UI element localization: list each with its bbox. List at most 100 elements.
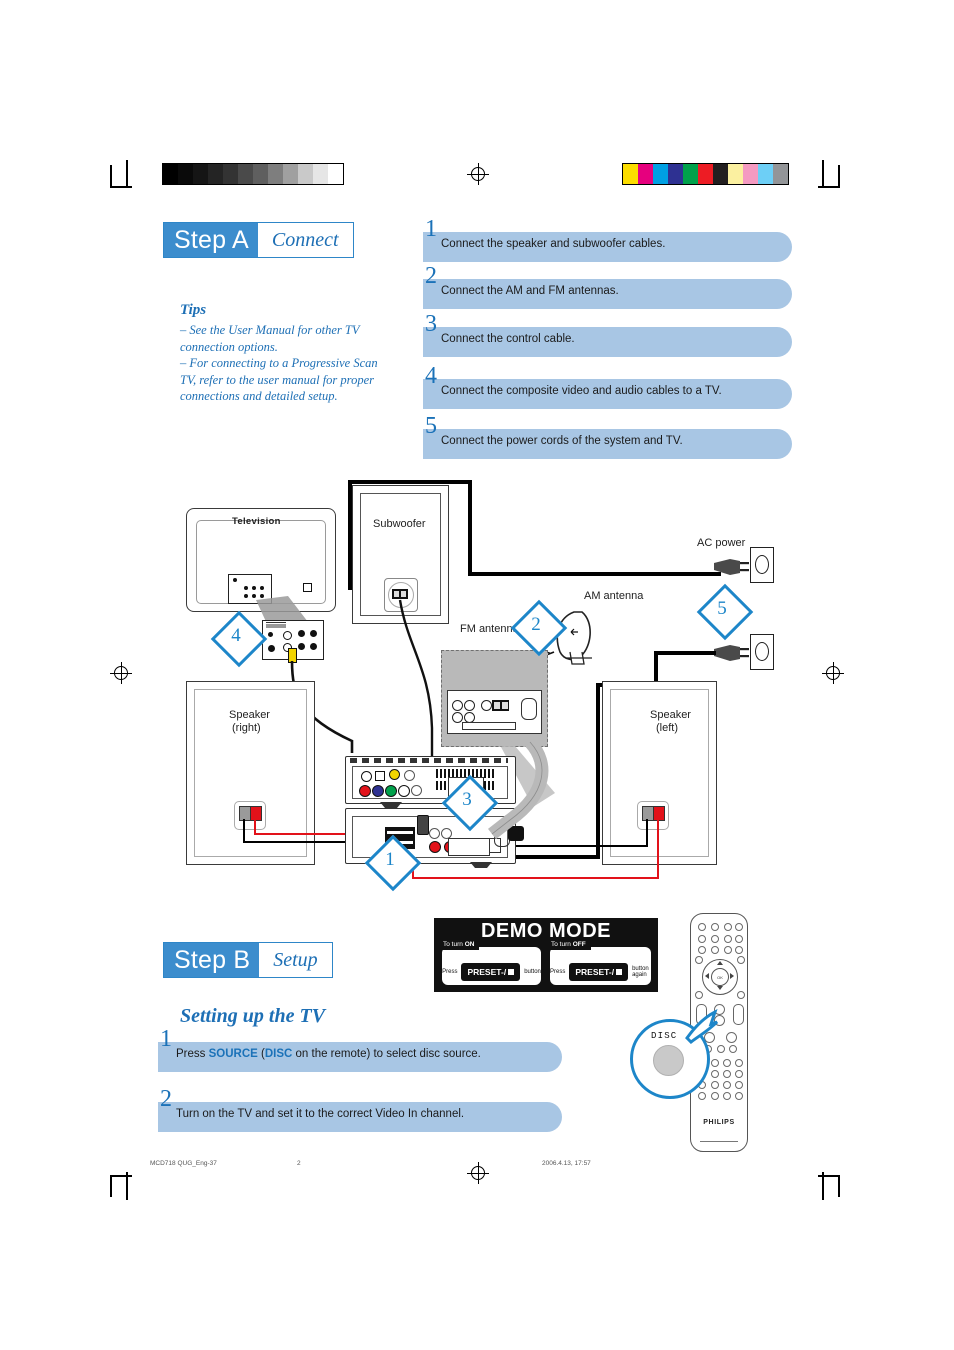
remote-key[interactable] (698, 1092, 706, 1100)
calibration-swatch (668, 164, 683, 184)
remote-key[interactable] (735, 1081, 743, 1089)
upper-jack (411, 785, 422, 796)
calibration-swatch (253, 164, 268, 184)
remote-key[interactable] (711, 1070, 719, 1078)
remote-key[interactable] (723, 1059, 731, 1067)
disc-button-knob[interactable] (653, 1045, 684, 1076)
calibration-swatch (178, 164, 193, 184)
tips-line: connection options. (180, 339, 278, 354)
step-a-label: Step A (164, 223, 258, 257)
remote-key[interactable] (737, 991, 745, 999)
demo-off-tag-state: OFF (572, 941, 586, 948)
yellow-video-plug (288, 648, 297, 663)
remote-key[interactable] (698, 923, 706, 931)
nav-left-icon[interactable] (705, 973, 709, 979)
remote-key[interactable] (711, 1081, 719, 1089)
wall-outlet-top (750, 547, 774, 583)
demo-mode-panel: DEMO MODE To turn ON Press PRESET-/ butt… (434, 918, 658, 992)
remote-key[interactable] (737, 956, 745, 964)
subwoofer-jack (401, 591, 406, 597)
upper-vent-grid (436, 781, 496, 790)
tv-jack (244, 586, 248, 590)
tv-jack (260, 594, 264, 598)
tips-title: Tips (180, 302, 207, 318)
calibration-swatch (713, 164, 728, 184)
composite-video-cable (290, 660, 354, 753)
am-antenna-lead (511, 651, 555, 663)
remote-key[interactable] (735, 1059, 743, 1067)
preset-minus-key-off[interactable]: PRESET-/ (569, 963, 629, 981)
remote-key[interactable] (735, 935, 743, 943)
antenna-terminal (494, 702, 500, 709)
upper-jack (404, 770, 415, 781)
instruction-text: Connect the power cords of the system an… (441, 435, 683, 447)
speaker-left-body (602, 681, 717, 865)
fm-antenna-wire (467, 651, 551, 680)
calibration-swatch (298, 164, 313, 184)
remote-key[interactable] (711, 1092, 719, 1100)
stop-square-icon (616, 969, 623, 975)
system-power-wire (507, 855, 600, 859)
nav-right-icon[interactable] (730, 973, 734, 979)
speaker-left-neg-wire (503, 845, 648, 848)
remote-key[interactable] (698, 935, 706, 943)
callout-diamond-1 (364, 834, 422, 892)
nav-down-icon[interactable] (717, 986, 723, 990)
system-lower-unit (345, 808, 516, 864)
remote-key[interactable] (723, 1092, 731, 1100)
preset-minus-key-on[interactable]: PRESET-/ (461, 963, 521, 981)
calibration-swatch (683, 164, 698, 184)
instruction-number: 1 (425, 216, 437, 242)
callout-number-1: 1 (385, 849, 395, 870)
lower-mains-plug (508, 826, 524, 841)
remote-key[interactable] (724, 946, 732, 954)
remote-key[interactable] (711, 935, 719, 943)
footer-timestamp: 2006.4.13, 17:57 (542, 1160, 591, 1167)
remote-key[interactable] (735, 923, 743, 931)
calibration-swatch (758, 164, 773, 184)
tv-jack (244, 594, 248, 598)
television-inner-panel (196, 520, 326, 604)
remote-key[interactable] (711, 1059, 719, 1067)
rca-white (398, 785, 410, 797)
zoom-label-strip (462, 722, 516, 730)
remote-source-key[interactable] (726, 1032, 737, 1043)
speaker-left-pos-wire (412, 877, 659, 880)
step-b-label: Step B (164, 943, 260, 977)
control-cable-connector-lower (448, 838, 490, 856)
tips-line: – For connecting to a Progressive Scan (180, 356, 378, 370)
remote-key[interactable] (729, 1045, 737, 1053)
source-keyword: SOURCE (208, 1048, 258, 1060)
remote-ok-button[interactable]: OK (711, 968, 729, 986)
instruction-text-mid: ( (257, 1048, 265, 1060)
color-calibration-bar (622, 163, 789, 185)
registration-circle-left (114, 666, 128, 680)
speaker-left-inner (610, 689, 709, 857)
speaker-left-pos-wire (657, 819, 660, 879)
remote-key[interactable] (735, 946, 743, 954)
remote-key[interactable] (695, 956, 703, 964)
subwoofer-power-wire (348, 480, 352, 590)
callout-number-2: 2 (531, 614, 541, 635)
speaker-right-terminal-pos (250, 806, 262, 821)
nav-up-icon[interactable] (717, 961, 723, 965)
step-b-subtitle: Setup (259, 943, 332, 977)
subwoofer-driver-ring (388, 582, 414, 608)
subwoofer-cable (398, 599, 434, 756)
remote-key[interactable] (711, 946, 719, 954)
subwoofer-plug (417, 815, 429, 835)
remote-key[interactable] (735, 1070, 743, 1078)
remote-key[interactable] (698, 946, 706, 954)
remote-volume-rocker-right[interactable] (733, 1004, 744, 1025)
remote-key[interactable] (724, 923, 732, 931)
tv-panel-detail-jack (283, 643, 292, 652)
speaker-left-neg-wire (646, 819, 649, 847)
system-upper-panel (352, 766, 508, 799)
remote-key[interactable] (735, 1092, 743, 1100)
remote-key[interactable] (724, 935, 732, 943)
remote-key[interactable] (711, 923, 719, 931)
remote-key[interactable] (723, 1081, 731, 1089)
remote-key[interactable] (723, 1070, 731, 1078)
instruction-number: 4 (425, 363, 437, 389)
remote-key[interactable] (695, 991, 703, 999)
